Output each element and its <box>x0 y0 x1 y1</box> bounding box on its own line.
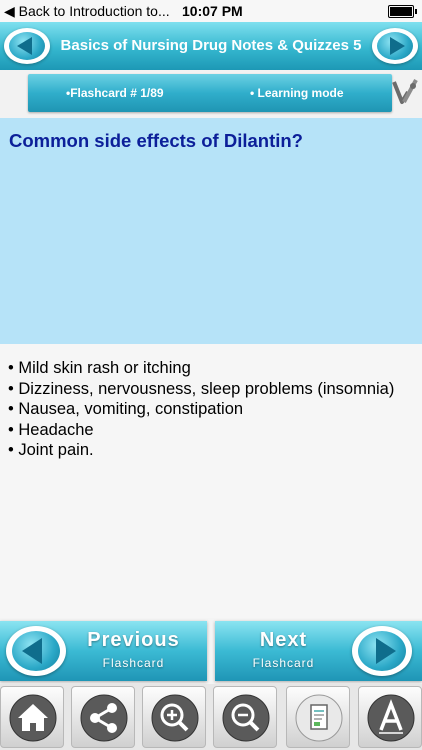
page-title: Basics of Nursing Drug Notes & Quizzes 5 <box>60 37 362 54</box>
app-logo-icon <box>392 79 418 104</box>
zoom-out-icon <box>222 694 270 742</box>
right-arrow-icon <box>376 638 396 664</box>
bottom-toolbar <box>0 684 422 750</box>
question-text: Common side effects of Dilantin? <box>9 130 303 151</box>
info-band: •Flashcard # 1/89 • Learning mode <box>28 74 392 112</box>
answer-item: • Nausea, vomiting, constipation <box>8 400 244 418</box>
document-icon <box>295 694 343 742</box>
font-icon <box>367 694 415 742</box>
left-arrow-icon <box>22 638 42 664</box>
left-arrow-icon <box>17 37 32 55</box>
previous-arrow-button[interactable] <box>6 626 66 676</box>
answer-list: • Mild skin rash or itching • Dizziness,… <box>8 358 414 461</box>
back-to-app-link[interactable]: ◀ Back to Introduction to... <box>4 3 170 20</box>
answer-item: • Mild skin rash or itching <box>8 359 191 377</box>
next-arrow-button[interactable] <box>352 626 412 676</box>
flashcard-navigation: Previous Flashcard Next Flashcard <box>0 618 422 684</box>
prev-header-button[interactable] <box>4 28 50 64</box>
home-icon <box>9 694 57 742</box>
home-button[interactable] <box>0 686 64 748</box>
next-header-button[interactable] <box>372 28 418 64</box>
mode-label: • Learning mode <box>250 86 344 100</box>
title-bar: Basics of Nursing Drug Notes & Quizzes 5 <box>0 22 422 70</box>
share-icon <box>80 694 128 742</box>
zoom-in-icon <box>151 694 199 742</box>
answer-panel: • Mild skin rash or itching • Dizziness,… <box>0 344 422 624</box>
zoom-in-button[interactable] <box>142 686 206 748</box>
zoom-out-button[interactable] <box>213 686 277 748</box>
info-bar: •Flashcard # 1/89 • Learning mode <box>0 70 422 118</box>
share-button[interactable] <box>71 686 135 748</box>
right-arrow-icon <box>390 37 405 55</box>
clock: 10:07 PM <box>182 3 243 19</box>
document-button[interactable] <box>286 686 350 748</box>
answer-item: • Joint pain. <box>8 441 94 459</box>
flashcard-counter: •Flashcard # 1/89 <box>66 86 164 100</box>
status-bar: ◀ Back to Introduction to... 10:07 PM <box>0 0 422 22</box>
answer-item: • Dizziness, nervousness, sleep problems… <box>8 379 395 398</box>
font-size-button[interactable] <box>358 686 422 748</box>
question-panel: Common side effects of Dilantin? <box>0 118 422 344</box>
answer-item: • Headache <box>8 420 94 439</box>
battery-icon <box>388 5 417 18</box>
